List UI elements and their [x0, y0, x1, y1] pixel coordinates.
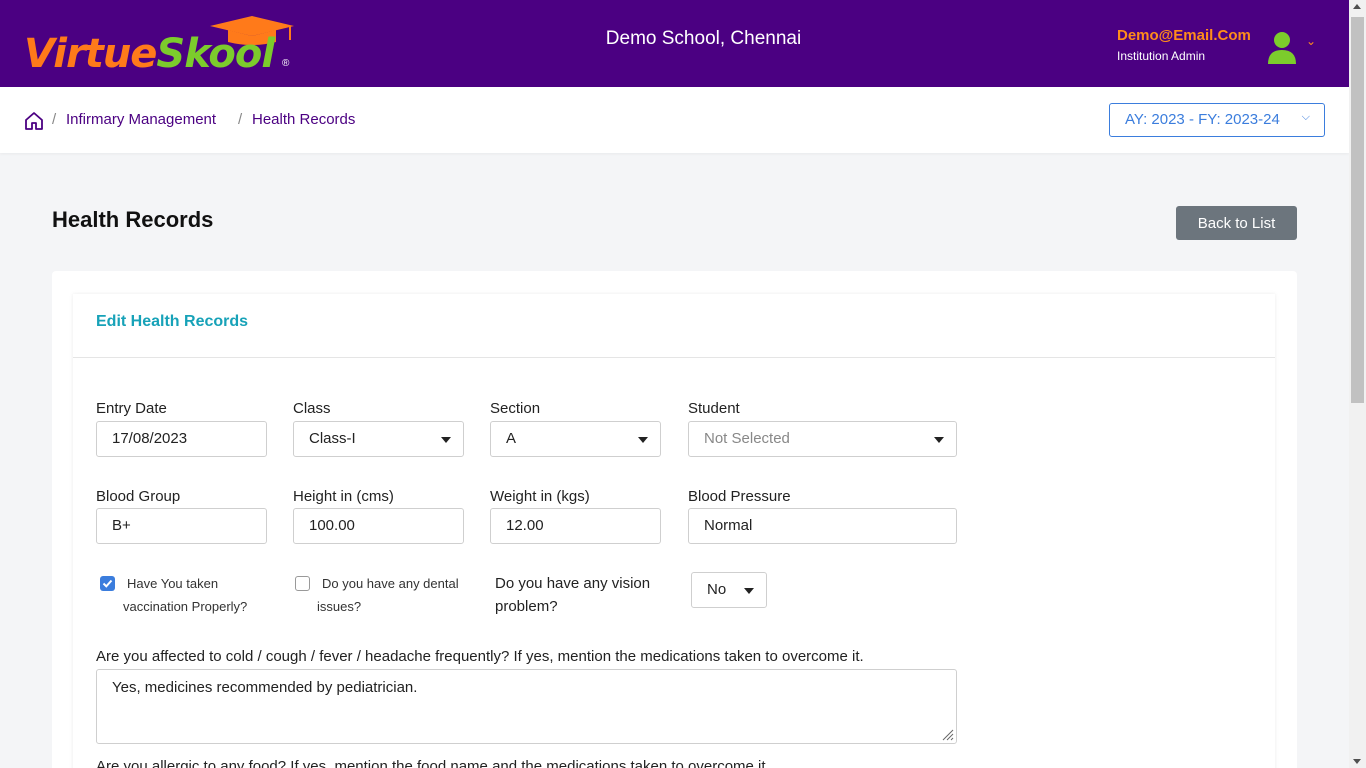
resize-handle-icon[interactable]	[942, 729, 954, 741]
user-email[interactable]: Demo@Email.Com	[1117, 27, 1251, 44]
weight-input[interactable]: 12.00	[490, 508, 661, 544]
height-value: 100.00	[309, 517, 355, 534]
section-select[interactable]: A	[490, 421, 661, 457]
breadcrumb-bar: / Infirmary Management / Health Records …	[0, 87, 1349, 153]
cold-question-label: Are you affected to cold / cough / fever…	[96, 648, 864, 665]
page-scrollbar[interactable]	[1349, 0, 1366, 768]
vision-select[interactable]: No	[691, 572, 767, 608]
breadcrumb-separator: /	[238, 111, 243, 128]
entry-date-input[interactable]: 17/08/2023	[96, 421, 267, 457]
breadcrumb-infirmary-management[interactable]: Infirmary Management	[66, 111, 216, 128]
card-divider	[73, 357, 1275, 358]
blood-group-input[interactable]: B+	[96, 508, 267, 544]
vaccination-label-line1: Have You taken	[127, 576, 219, 591]
registered-mark: ®	[282, 58, 290, 69]
blood-group-label: Blood Group	[96, 488, 181, 505]
class-select[interactable]: Class-I	[293, 421, 464, 457]
dental-checkbox[interactable]	[295, 576, 310, 591]
chevron-down-icon[interactable]: ⌄	[1306, 34, 1316, 48]
home-icon[interactable]	[24, 111, 44, 131]
class-label: Class	[293, 400, 331, 417]
blood-pressure-value: Normal	[704, 517, 753, 534]
section-value: A	[506, 430, 517, 447]
weight-label: Weight in (kgs)	[490, 488, 590, 505]
caret-down-icon	[934, 437, 944, 443]
student-label: Student	[688, 400, 740, 417]
entry-date-label: Entry Date	[96, 400, 167, 417]
vaccination-label-line2: vaccination Properly?	[123, 599, 248, 614]
dental-label-line1: Do you have any dental	[322, 576, 459, 591]
blood-pressure-label: Blood Pressure	[688, 488, 791, 505]
chevron-down-icon: ⌵	[1301, 111, 1310, 123]
caret-down-icon	[744, 588, 754, 594]
cold-medication-value: Yes, medicines recommended by pediatrici…	[112, 679, 418, 696]
entry-date-value: 17/08/2023	[112, 430, 188, 447]
blood-pressure-input[interactable]: Normal	[688, 508, 957, 544]
scroll-up-arrow-icon[interactable]	[1353, 4, 1361, 9]
top-header: VirtueSkool ® Demo School, Chennai Demo@…	[0, 0, 1349, 87]
weight-value: 12.00	[506, 517, 544, 534]
academic-year-select[interactable]: AY: 2023 - FY: 2023-24 ⌵	[1109, 103, 1325, 137]
student-select[interactable]: Not Selected	[688, 421, 957, 457]
allergy-question-label: Are you allergic to any food? If yes, me…	[96, 758, 770, 768]
scroll-down-arrow-icon[interactable]	[1353, 759, 1361, 764]
student-value: Not Selected	[704, 430, 790, 447]
card-title: Edit Health Records	[96, 313, 249, 330]
vaccination-checkbox[interactable]	[100, 576, 115, 591]
vision-label: Do you have any vision problem?	[495, 575, 651, 615]
checkmark-icon	[102, 579, 113, 588]
height-input[interactable]: 100.00	[293, 508, 464, 544]
blood-group-value: B+	[112, 517, 131, 534]
vision-value: No	[707, 581, 727, 598]
dental-label-line2: issues?	[317, 599, 362, 614]
class-value: Class-I	[309, 430, 356, 447]
academic-year-value: AY: 2023 - FY: 2023-24	[1125, 111, 1280, 128]
page-title: Health Records	[52, 207, 214, 232]
caret-down-icon	[638, 437, 648, 443]
cold-medication-textarea[interactable]: Yes, medicines recommended by pediatrici…	[96, 669, 957, 744]
user-avatar-icon[interactable]	[1266, 30, 1298, 64]
breadcrumb-separator: /	[52, 111, 57, 128]
caret-down-icon	[441, 437, 451, 443]
back-to-list-button[interactable]: Back to List	[1176, 206, 1297, 240]
height-label: Height in (cms)	[293, 488, 394, 505]
user-role: Institution Admin	[1117, 49, 1206, 63]
breadcrumb-health-records[interactable]: Health Records	[252, 111, 355, 128]
scrollbar-thumb[interactable]	[1351, 17, 1364, 403]
section-label: Section	[490, 400, 541, 417]
